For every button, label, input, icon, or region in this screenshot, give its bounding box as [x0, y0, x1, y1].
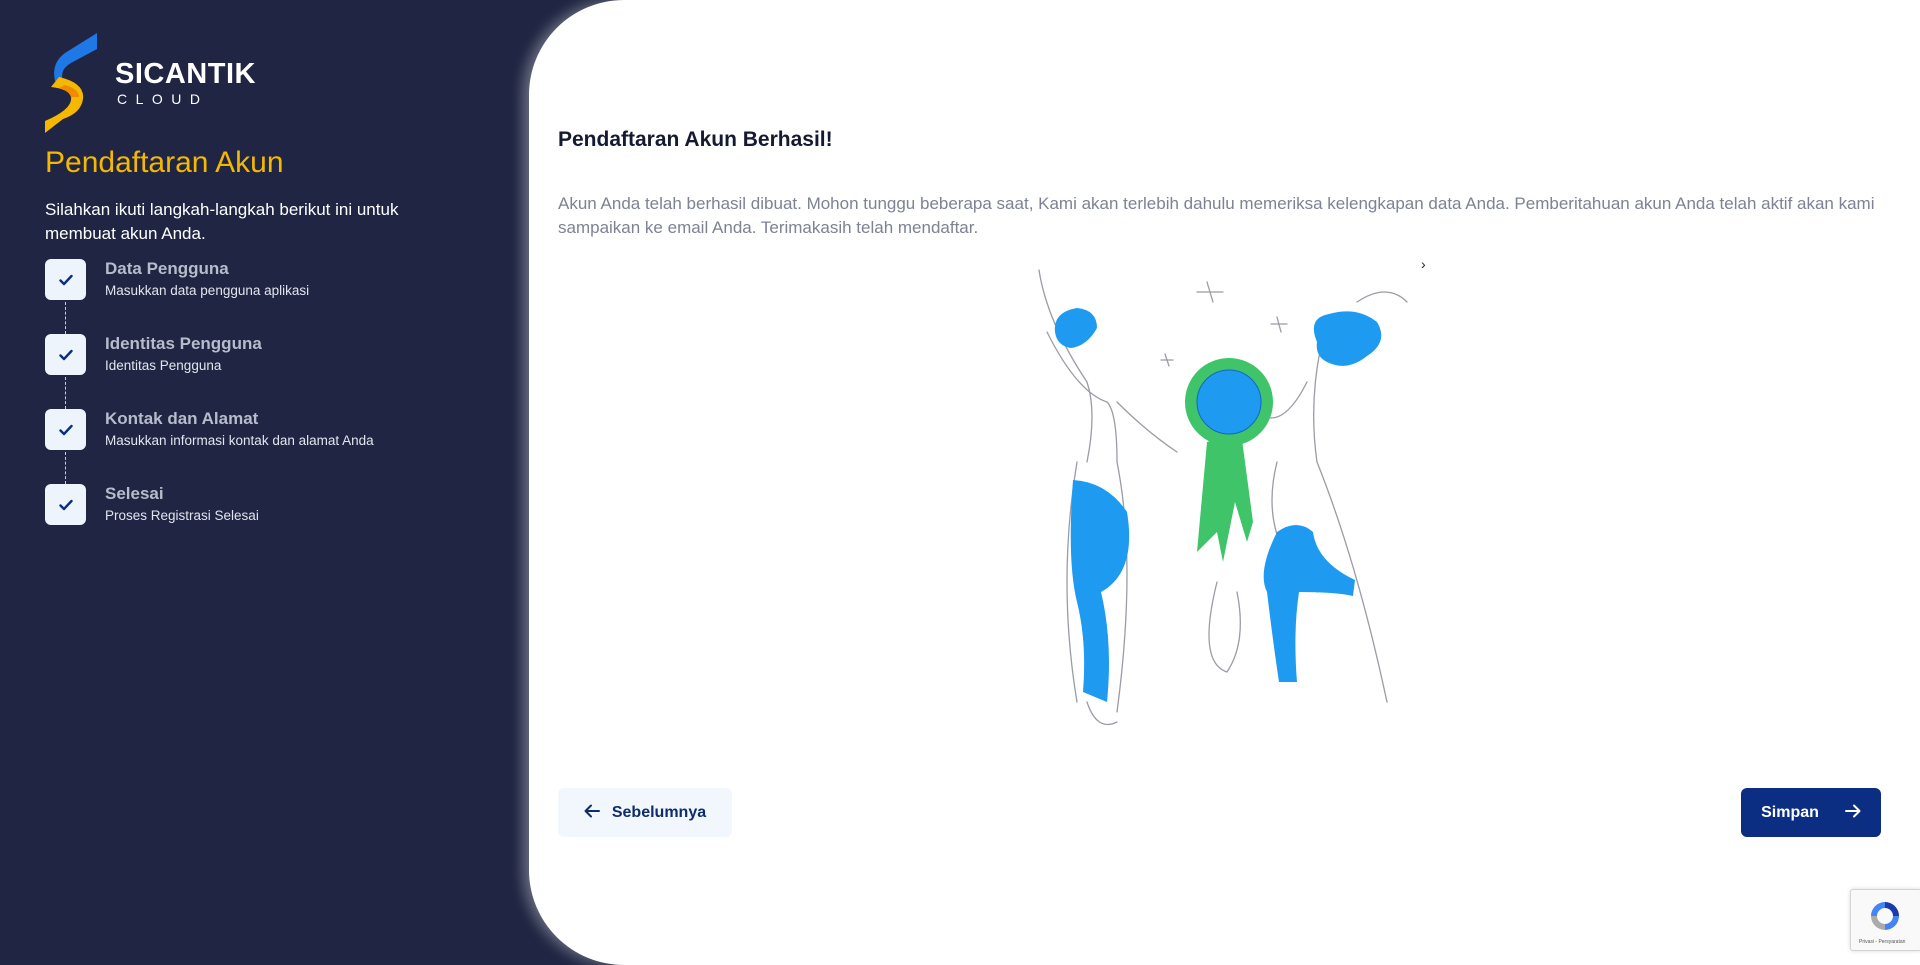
- sidebar: SICANTIK CLOUD Pendaftaran Akun Silahkan…: [0, 0, 540, 965]
- step-title: Identitas Pengguna: [105, 334, 262, 353]
- step-check-box: [45, 259, 86, 300]
- brand-logo: SICANTIK CLOUD: [45, 33, 256, 133]
- previous-button-label: Sebelumnya: [611, 803, 707, 821]
- celebration-illustration: [1038, 269, 1408, 726]
- save-button[interactable]: Simpan: [1741, 788, 1881, 837]
- sicantik-logo-icon: [45, 33, 97, 133]
- brand-sub: CLOUD: [117, 91, 209, 107]
- check-icon: [58, 274, 73, 285]
- arrow-right-icon: [1844, 802, 1861, 823]
- step-title: Data Pengguna: [105, 259, 229, 278]
- stepper: Data Pengguna Masukkan data pengguna apl…: [45, 259, 374, 559]
- recaptcha-badge[interactable]: Privasi - Persyaratan: [1850, 889, 1920, 951]
- brand-name: SICANTIK: [115, 58, 256, 90]
- step-check-box: [45, 484, 86, 525]
- step-connector: [65, 377, 66, 409]
- step-selesai[interactable]: Selesai Proses Registrasi Selesai: [45, 484, 374, 559]
- step-subtitle: Proses Registrasi Selesai: [105, 508, 259, 523]
- step-title: Kontak dan Alamat: [105, 409, 259, 428]
- step-title: Selesai: [105, 484, 164, 503]
- page-title: Pendaftaran Akun Berhasil!: [558, 128, 833, 151]
- step-connector: [65, 302, 66, 334]
- recaptcha-links[interactable]: Privasi - Persyaratan: [1859, 939, 1905, 945]
- sidebar-title: Pendaftaran Akun: [45, 146, 284, 179]
- save-button-label: Simpan: [1761, 803, 1819, 821]
- step-subtitle: Identitas Pengguna: [105, 358, 222, 373]
- step-check-box: [45, 409, 86, 450]
- step-subtitle: Masukkan data pengguna aplikasi: [105, 283, 310, 298]
- recaptcha-icon: [1871, 902, 1899, 930]
- main-panel: Pendaftaran Akun Berhasil! Akun Anda tel…: [529, 0, 1920, 965]
- step-kontak-alamat[interactable]: Kontak dan Alamat Masukkan informasi kon…: [45, 409, 374, 484]
- previous-button[interactable]: Sebelumnya: [558, 788, 732, 837]
- arrow-left-icon: [584, 802, 600, 823]
- sidebar-description: Silahkan ikuti langkah-langkah berikut i…: [45, 200, 399, 243]
- step-identitas-pengguna[interactable]: Identitas Pengguna Identitas Pengguna: [45, 334, 374, 409]
- success-description: Akun Anda telah berhasil dibuat. Mohon t…: [558, 194, 1875, 237]
- step-connector: [65, 452, 66, 484]
- step-subtitle: Masukkan informasi kontak dan alamat And…: [105, 433, 374, 448]
- check-icon: [58, 499, 73, 510]
- step-data-pengguna[interactable]: Data Pengguna Masukkan data pengguna apl…: [45, 259, 374, 334]
- step-check-box: [45, 334, 86, 375]
- check-icon: [58, 424, 73, 435]
- check-icon: [58, 349, 73, 360]
